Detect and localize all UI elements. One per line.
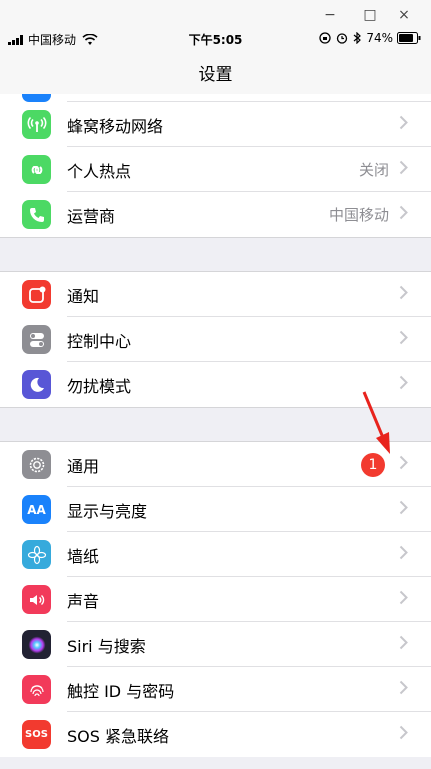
navigation-bar: 设置 xyxy=(0,50,431,95)
chevron-right-icon xyxy=(399,205,409,224)
chevron-right-icon xyxy=(399,330,409,349)
maximize-button[interactable]: □ xyxy=(357,4,383,26)
row-detail: 中国移动 xyxy=(328,206,389,224)
fingerprint-icon xyxy=(22,675,51,704)
control-center-icon xyxy=(22,325,51,354)
close-button[interactable]: × xyxy=(391,4,417,26)
speaker-icon xyxy=(22,585,51,614)
row-label: 勿扰模式 xyxy=(67,376,132,396)
settings-row[interactable]: AA 显示与亮度 xyxy=(0,487,431,532)
hotspot-icon xyxy=(22,155,51,184)
chevron-right-icon xyxy=(399,680,409,699)
partial-row xyxy=(0,94,431,102)
row-label: 声音 xyxy=(67,591,100,611)
alarm-icon xyxy=(337,33,348,44)
chevron-right-icon xyxy=(399,500,409,519)
settings-row[interactable]: 蜂窝移动网络 xyxy=(0,102,431,147)
row-label: 显示与亮度 xyxy=(67,501,148,521)
chevron-right-icon xyxy=(399,455,409,474)
row-label: Siri 与搜索 xyxy=(67,636,146,656)
gear-icon xyxy=(22,450,51,479)
settings-row[interactable]: 触控 ID 与密码 xyxy=(0,667,431,712)
status-bar: 中国移动 下午5:05 74% xyxy=(0,28,431,50)
page-title: 设置 xyxy=(198,65,233,85)
phone-icon xyxy=(22,200,51,229)
sos-icon: SOS xyxy=(22,720,51,749)
antenna-icon xyxy=(22,110,51,139)
minimize-button[interactable]: − xyxy=(317,4,343,26)
settings-group: 通知控制中心勿扰模式 xyxy=(0,272,431,407)
window-titlebar: − □ × xyxy=(0,0,431,30)
status-right: 74% xyxy=(319,31,421,45)
chevron-right-icon xyxy=(399,635,409,654)
settings-row[interactable]: 声音 xyxy=(0,577,431,622)
display-icon: AA xyxy=(22,495,51,524)
chevron-right-icon xyxy=(399,545,409,564)
settings-row[interactable]: 控制中心 xyxy=(0,317,431,362)
chevron-right-icon xyxy=(399,375,409,394)
row-label: 通知 xyxy=(67,286,100,306)
chevron-right-icon xyxy=(399,725,409,744)
settings-group: 蜂窝移动网络 个人热点 关闭运营商 中国移动 xyxy=(0,102,431,237)
row-label: SOS 紧急联络 xyxy=(67,726,169,746)
moon-icon xyxy=(22,370,51,399)
settings-row[interactable]: Siri 与搜索 xyxy=(0,622,431,667)
bluetooth-icon xyxy=(353,32,362,44)
chevron-right-icon xyxy=(399,590,409,609)
row-label: 触控 ID 与密码 xyxy=(67,681,175,701)
rotation-lock-icon xyxy=(319,32,331,44)
row-label: 运营商 xyxy=(67,206,116,226)
battery-icon xyxy=(397,32,421,44)
row-label: 通用 xyxy=(67,456,100,476)
battery-percent: 74% xyxy=(366,31,393,45)
siri-icon xyxy=(22,630,51,659)
row-detail: 关闭 xyxy=(358,161,389,179)
annotation-arrow xyxy=(362,391,390,454)
section-gap xyxy=(0,237,431,272)
wallpaper-icon xyxy=(22,540,51,569)
row-label: 控制中心 xyxy=(67,331,132,351)
settings-row[interactable]: 通知 xyxy=(0,272,431,317)
settings-row[interactable]: SOS SOS 紧急联络 xyxy=(0,712,431,757)
row-label: 个人热点 xyxy=(67,161,132,181)
notification-icon xyxy=(22,280,51,309)
settings-group: 通用 1 AA 显示与亮度 墙纸 声音 Siri 与搜索 触控 ID 与密码 SOS SOS 紧急… xyxy=(0,442,431,757)
row-label: 墙纸 xyxy=(67,546,100,566)
settings-row[interactable]: 运营商 中国移动 xyxy=(0,192,431,237)
settings-window: − □ × 中国移动 下午5:05 74% 设置 蜂窝移动网络 个人热点 关闭 … xyxy=(0,0,431,769)
settings-row[interactable]: 墙纸 xyxy=(0,532,431,577)
chevron-right-icon xyxy=(399,160,409,179)
settings-row[interactable]: 个人热点 关闭 xyxy=(0,147,431,192)
chevron-right-icon xyxy=(399,115,409,134)
chevron-right-icon xyxy=(399,285,409,304)
row-label: 蜂窝移动网络 xyxy=(67,116,164,136)
